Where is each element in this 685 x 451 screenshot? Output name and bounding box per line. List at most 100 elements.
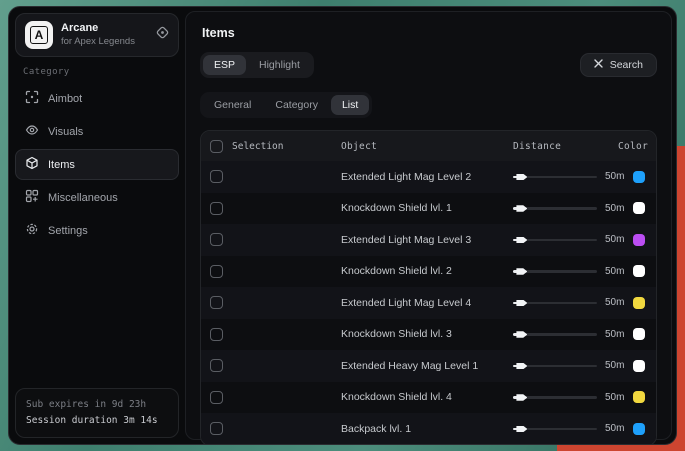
color-swatch[interactable]: [633, 265, 645, 277]
toolbar: ESPHighlight Search: [200, 52, 657, 78]
select-all-checkbox[interactable]: [210, 140, 223, 153]
distance-value: 50m: [605, 171, 626, 182]
color-swatch[interactable]: [633, 202, 645, 214]
color-swatch[interactable]: [633, 171, 645, 183]
session-duration-text: Session duration 3m 14s: [26, 413, 168, 429]
table-row: Knockdown Shield lvl. 2 50m: [201, 256, 656, 288]
distance-slider[interactable]: [513, 298, 597, 308]
header-selection: Selection: [232, 141, 283, 152]
table-row: Knockdown Shield lvl. 4 50m: [201, 382, 656, 414]
header-color: Color: [616, 141, 656, 152]
slider-thumb[interactable]: [516, 237, 527, 244]
slider-thumb[interactable]: [516, 426, 527, 433]
sidebar-item-settings[interactable]: Settings: [15, 215, 179, 246]
items-table: Selection Object Distance Color Extended…: [200, 130, 657, 445]
row-checkbox[interactable]: [210, 233, 223, 246]
color-swatch[interactable]: [633, 234, 645, 246]
app-name: Arcane: [61, 22, 148, 36]
view-tab-group: GeneralCategoryList: [200, 92, 372, 118]
object-name: Extended Light Mag Level 4: [341, 297, 513, 309]
app-logo: A: [25, 21, 53, 49]
sidebar-item-aimbot[interactable]: Aimbot: [15, 83, 179, 114]
distance-value: 50m: [605, 329, 626, 340]
distance-value: 50m: [605, 266, 626, 277]
header-object: Object: [341, 141, 513, 152]
main-panel: Items ESPHighlight Search GeneralCategor…: [185, 11, 672, 440]
distance-slider[interactable]: [513, 329, 597, 339]
gear-icon: [25, 222, 39, 239]
header-distance: Distance: [513, 141, 616, 152]
row-checkbox[interactable]: [210, 359, 223, 372]
view-tab-general[interactable]: General: [203, 95, 262, 115]
slider-thumb[interactable]: [516, 268, 527, 275]
distance-value: 50m: [605, 203, 626, 214]
distance-slider[interactable]: [513, 361, 597, 371]
color-swatch[interactable]: [633, 360, 645, 372]
page-title: Items: [202, 26, 657, 40]
distance-slider[interactable]: [513, 392, 597, 402]
sub-expires-text: Sub expires in 9d 23h: [26, 397, 168, 413]
table-row: Extended Light Mag Level 3 50m: [201, 224, 656, 256]
row-checkbox[interactable]: [210, 328, 223, 341]
table-row: Backpack lvl. 1 50m: [201, 413, 656, 445]
view-tab-category[interactable]: Category: [264, 95, 329, 115]
sidebar-item-label: Settings: [48, 225, 88, 237]
distance-value: 50m: [605, 297, 626, 308]
object-name: Extended Light Mag Level 2: [341, 171, 513, 183]
mode-tab-esp[interactable]: ESP: [203, 55, 246, 75]
slider-thumb[interactable]: [516, 331, 527, 338]
sidebar-item-label: Aimbot: [48, 93, 82, 105]
mode-tab-highlight[interactable]: Highlight: [248, 55, 311, 75]
object-name: Extended Heavy Mag Level 1: [341, 360, 513, 372]
row-checkbox[interactable]: [210, 422, 223, 435]
crosshair-icon: [25, 90, 39, 107]
object-name: Knockdown Shield lvl. 2: [341, 265, 513, 277]
sidebar-item-visuals[interactable]: Visuals: [15, 116, 179, 147]
table-row: Extended Light Mag Level 4 50m: [201, 287, 656, 319]
distance-slider[interactable]: [513, 203, 597, 213]
object-name: Backpack lvl. 1: [341, 423, 513, 435]
color-swatch[interactable]: [633, 297, 645, 309]
object-name: Knockdown Shield lvl. 4: [341, 391, 513, 403]
slider-thumb[interactable]: [516, 363, 527, 370]
table-row: Knockdown Shield lvl. 3 50m: [201, 319, 656, 351]
gem-icon[interactable]: [156, 26, 169, 44]
search-button[interactable]: Search: [580, 53, 657, 77]
search-button-label: Search: [610, 59, 643, 71]
color-swatch[interactable]: [633, 423, 645, 435]
sidebar-item-label: Miscellaneous: [48, 192, 118, 204]
sidebar-item-items[interactable]: Items: [15, 149, 179, 180]
slider-thumb[interactable]: [516, 300, 527, 307]
table-header-row: Selection Object Distance Color: [201, 131, 656, 161]
slider-thumb[interactable]: [516, 174, 527, 181]
app-window: A Arcane for Apex Legends Category Aimbo…: [8, 6, 677, 445]
slider-thumb[interactable]: [516, 205, 527, 212]
row-checkbox[interactable]: [210, 296, 223, 309]
table-row: Extended Heavy Mag Level 1 50m: [201, 350, 656, 382]
row-checkbox[interactable]: [210, 202, 223, 215]
sidebar-nav: Aimbot Visuals Items Miscellaneous Settings: [15, 83, 179, 246]
color-swatch[interactable]: [633, 328, 645, 340]
distance-value: 50m: [605, 423, 626, 434]
row-checkbox[interactable]: [210, 391, 223, 404]
cube-icon: [25, 156, 39, 173]
sidebar-item-label: Visuals: [48, 126, 83, 138]
sidebar: A Arcane for Apex Legends Category Aimbo…: [9, 7, 185, 444]
distance-value: 50m: [605, 392, 626, 403]
table-row: Extended Light Mag Level 2 50m: [201, 161, 656, 193]
distance-slider[interactable]: [513, 172, 597, 182]
object-name: Knockdown Shield lvl. 3: [341, 328, 513, 340]
view-tab-list[interactable]: List: [331, 95, 369, 115]
distance-slider[interactable]: [513, 235, 597, 245]
slider-thumb[interactable]: [516, 394, 527, 401]
distance-slider[interactable]: [513, 424, 597, 434]
color-swatch[interactable]: [633, 391, 645, 403]
row-checkbox[interactable]: [210, 265, 223, 278]
eye-icon: [25, 123, 39, 140]
sidebar-item-label: Items: [48, 159, 75, 171]
row-checkbox[interactable]: [210, 170, 223, 183]
category-label: Category: [23, 67, 179, 77]
distance-slider[interactable]: [513, 266, 597, 276]
sidebar-item-miscellaneous[interactable]: Miscellaneous: [15, 182, 179, 213]
distance-value: 50m: [605, 234, 626, 245]
